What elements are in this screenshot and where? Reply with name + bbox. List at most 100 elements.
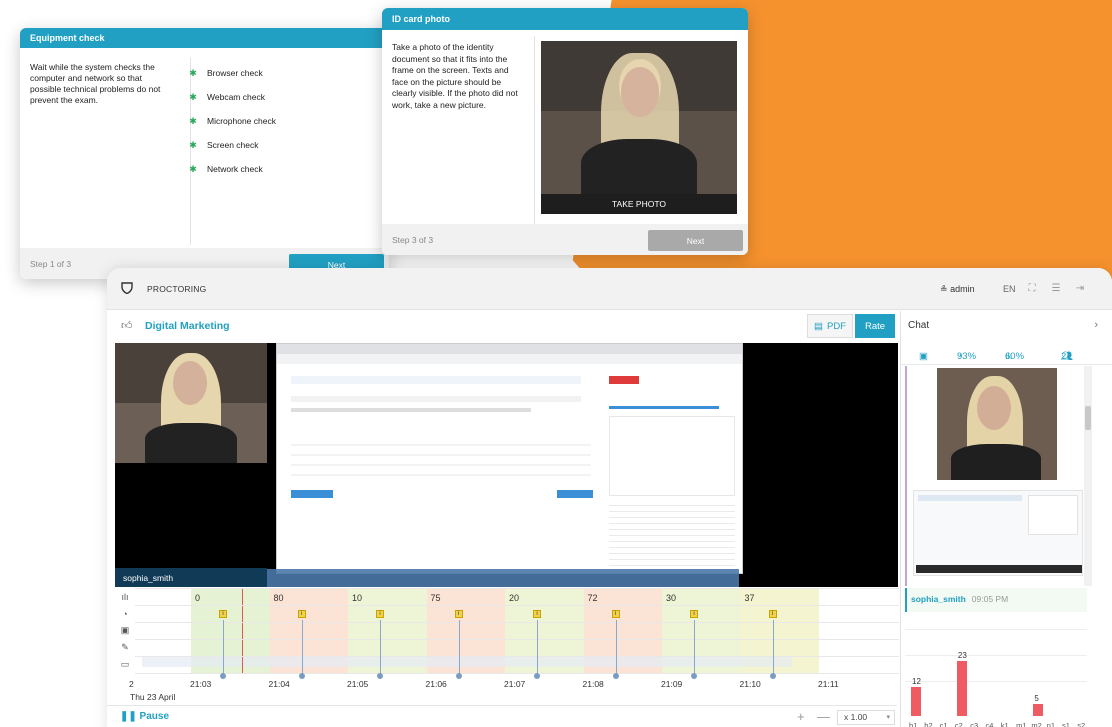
chart-bar[interactable] xyxy=(1033,704,1044,716)
person-face xyxy=(173,361,207,405)
timeline-time-label: 21:04 xyxy=(268,679,290,689)
language-switch[interactable]: EN xyxy=(1003,284,1016,294)
brand-name: PROCTORING xyxy=(147,284,207,294)
timeline-time-label: 21:03 xyxy=(190,679,212,689)
people-value: 2 xyxy=(1061,351,1067,362)
pause-label: Pause xyxy=(139,711,170,722)
event-marker[interactable] xyxy=(691,673,697,679)
chart-category-label: m2 xyxy=(1031,721,1042,727)
chart-bar[interactable] xyxy=(956,660,967,716)
check-status-icon: ✱ xyxy=(189,139,197,150)
chevron-right-icon[interactable]: › xyxy=(1094,319,1098,331)
next-button[interactable]: Next xyxy=(648,230,743,251)
event-pin xyxy=(772,620,774,675)
settings-sliders-icon[interactable]: ☰ xyxy=(1049,282,1063,296)
chart-category-label: m1 xyxy=(1016,721,1027,727)
person-face xyxy=(621,67,659,117)
user-name: admin xyxy=(950,284,975,294)
chat-scrollbar[interactable] xyxy=(1084,366,1092,586)
check-status-icon: ✱ xyxy=(189,115,197,126)
person-shirt xyxy=(145,423,237,463)
question-navigator xyxy=(609,416,735,496)
id-card-description: Take a photo of the identity document so… xyxy=(392,42,518,110)
question-text xyxy=(291,408,531,412)
timeline-row-line xyxy=(135,622,899,623)
event-flag-icon[interactable]: i xyxy=(768,610,777,618)
check-status-icon: ✱ xyxy=(189,163,197,174)
event-pin xyxy=(694,620,695,675)
screen-notification-bar xyxy=(267,569,739,587)
event-marker[interactable] xyxy=(612,673,619,679)
zoom-in-icon[interactable]: + xyxy=(797,709,805,724)
check-item: ✱ Screen check xyxy=(186,133,276,157)
user-menu[interactable]: ≗ admin xyxy=(940,284,975,295)
timeline-time-label: 21:09 xyxy=(661,679,683,689)
event-flag-icon[interactable]: i xyxy=(611,610,620,618)
event-marker[interactable] xyxy=(769,673,776,679)
timeline-time-label: 21:08 xyxy=(582,679,604,689)
event-flag-icon[interactable]: i xyxy=(533,610,541,618)
chart-category-label: b1 xyxy=(909,721,918,727)
event-flag-icon[interactable]: i xyxy=(376,610,384,618)
event-flag-icon[interactable]: i xyxy=(297,610,306,618)
chat-message: sophia_smith 09:05 PM xyxy=(905,588,1087,612)
chart-gridline xyxy=(905,655,1087,656)
candidate-screen-share xyxy=(276,343,743,574)
pause-button[interactable]: ❚❚ Pause xyxy=(120,711,169,722)
user-icon: ≗ xyxy=(940,284,948,294)
zoom-select[interactable]: x 1.00 ▾ xyxy=(837,710,895,725)
check-item: ✱ Browser check xyxy=(186,61,276,85)
chart-value: 60% xyxy=(1005,351,1025,362)
fullscreen-icon[interactable]: ⛶ xyxy=(1025,282,1039,296)
top-bar: PROCTORING ≗ admin EN ⛶ ☰ ⇥ xyxy=(107,268,1112,310)
session-header: 👍︎ Digital Marketing ▤ PDF Rate xyxy=(107,311,897,340)
playback-bar: ❚❚ Pause + — x 1.00 ▾ xyxy=(107,705,897,725)
chart-value-label: 5 xyxy=(1034,694,1039,703)
message-time: 09:05 PM xyxy=(971,594,1009,604)
chat-bubble-icon: ▣ xyxy=(919,351,928,362)
check-item: ✱ Microphone check xyxy=(186,109,276,133)
event-pin xyxy=(380,620,381,675)
chat-feed xyxy=(905,366,1085,586)
finish-test-button xyxy=(609,376,639,384)
scrollbar-thumb[interactable] xyxy=(1085,406,1091,430)
chart-bar[interactable] xyxy=(911,687,921,716)
exit-icon[interactable]: ⇥ xyxy=(1073,282,1087,296)
event-flag-icon[interactable]: i xyxy=(454,610,463,618)
check-item: ✱ Webcam check xyxy=(186,85,276,109)
timeline-playhead[interactable] xyxy=(242,588,243,674)
check-label: Microphone check xyxy=(207,116,276,126)
event-marker[interactable] xyxy=(298,673,305,679)
person-shirt xyxy=(581,139,697,199)
person-face xyxy=(977,386,1011,430)
take-photo-button[interactable]: TAKE PHOTO xyxy=(541,194,737,214)
check-status-icon: ✱ xyxy=(189,91,197,102)
exam-info-bar xyxy=(291,396,581,402)
candidate-name-label: sophia_smith xyxy=(115,568,267,587)
video-stage: sophia_smith xyxy=(115,343,898,587)
timeline-time-label: 21:10 xyxy=(739,679,761,689)
chat-title: Chat xyxy=(908,320,930,331)
event-marker[interactable] xyxy=(534,673,540,679)
person-shirt xyxy=(951,444,1041,480)
timeline-time-label: 21:07 xyxy=(504,679,526,689)
chat-icon: ▣ xyxy=(120,625,130,635)
chart-value-label: 23 xyxy=(957,650,967,660)
event-flag-icon[interactable]: i xyxy=(690,610,698,618)
pdf-button[interactable]: ▤ PDF xyxy=(807,314,853,338)
snapshot-taskbar xyxy=(916,565,1082,573)
thumb-up-icon: 👍︎ xyxy=(121,320,133,332)
chevron-down-icon: ▾ xyxy=(886,714,890,721)
event-flag-icon[interactable]: i xyxy=(219,610,227,618)
event-marker[interactable] xyxy=(377,673,383,679)
notes-panel xyxy=(609,500,735,570)
event-marker[interactable] xyxy=(455,673,462,679)
chat-panel: Chat › ▣ ◔ 93% ılı 60% 👥︎ 2 sophia_smith… xyxy=(900,311,1112,727)
zoom-out-icon[interactable]: — xyxy=(817,709,830,724)
event-marker[interactable] xyxy=(220,673,226,679)
chart-category-label: n1 xyxy=(1046,721,1056,727)
camera-preview: TAKE PHOTO xyxy=(541,41,737,214)
divider xyxy=(534,36,535,226)
rate-button[interactable]: Rate xyxy=(855,314,895,338)
segment-score: 80 xyxy=(273,593,284,603)
